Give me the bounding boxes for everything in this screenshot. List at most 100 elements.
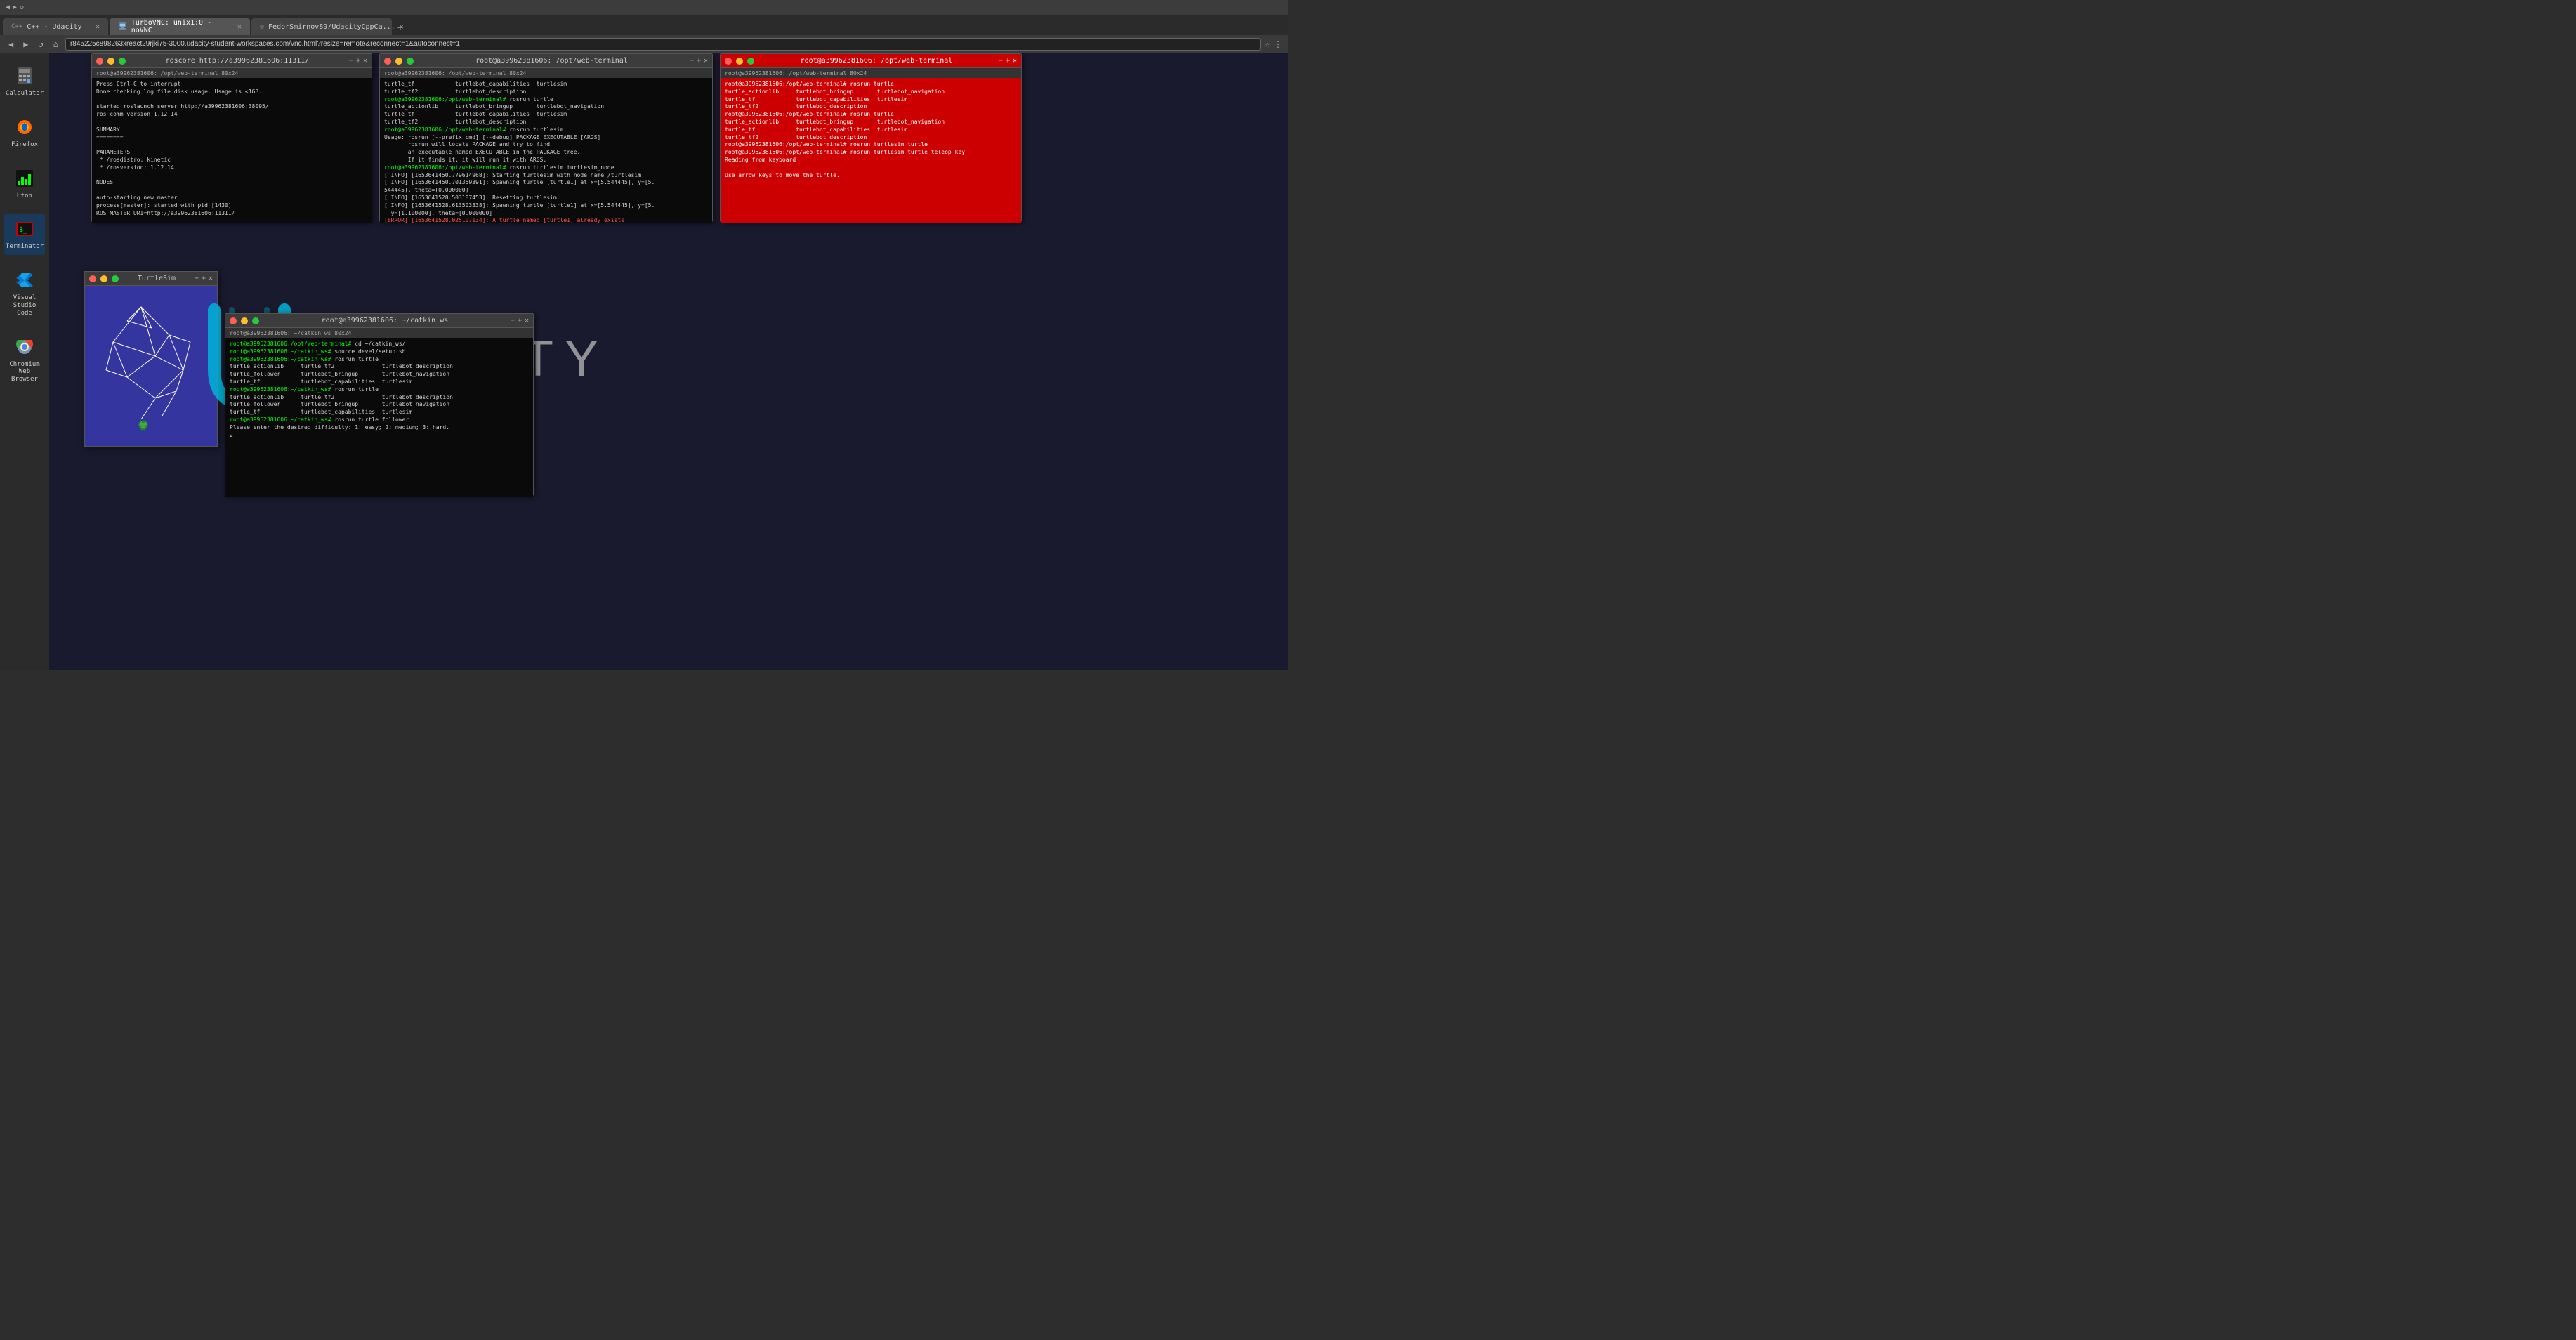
tab-cpp-label: C++ - Udacity: [27, 23, 81, 31]
terminal2-minimize[interactable]: −: [690, 57, 694, 65]
tab-cpp-icon: C++: [11, 23, 22, 30]
terminal-roscore-body[interactable]: Press Ctrl-C to interrupt Done checking …: [92, 78, 372, 223]
terminal-roscore[interactable]: roscore http://a39962381606:11311/ − + ✕…: [91, 53, 372, 222]
browser-back-btn[interactable]: ◀: [6, 4, 10, 11]
terminal-roscore-title: roscore http://a39962381606:11311/: [130, 57, 345, 65]
terminal3-subtitle-text: root@a39962381606: /opt/web-terminal 80x…: [725, 70, 867, 77]
terminal2-subtitle: root@a39962381606: /opt/web-terminal 80x…: [380, 68, 712, 78]
vscode-label: Visual Studio Code: [7, 294, 42, 317]
terminal3-close[interactable]: [725, 58, 732, 65]
turtlesim-min[interactable]: [100, 275, 107, 282]
terminal-roscore-max[interactable]: [119, 58, 126, 65]
terminal-roscore-titlebar: roscore http://a39962381606:11311/ − + ✕: [92, 54, 372, 68]
terminal2-min[interactable]: [395, 58, 402, 65]
htop-label: Htop: [17, 192, 32, 200]
chromium-icon: [13, 336, 36, 358]
turtlesim-maximize[interactable]: +: [202, 275, 206, 282]
addr-home-btn[interactable]: ⌂: [51, 38, 61, 51]
new-tab-btn[interactable]: +: [393, 21, 407, 35]
terminal4-minimize[interactable]: −: [511, 317, 515, 324]
htop-icon: [13, 167, 36, 190]
terminal4-title: root@a39962381606: ~/catkin_ws: [263, 317, 506, 324]
terminal3-min[interactable]: [736, 58, 743, 65]
browser-chrome: ◀ ▶ ↺: [0, 0, 1288, 15]
terminal4-subtitle: root@a39962381606: ~/catkin_ws 80x24: [225, 328, 533, 338]
address-bar: ◀ ▶ ↺ ⌂ ☆ ⋮: [0, 35, 1288, 53]
browser-reload-btn[interactable]: ↺: [20, 4, 24, 11]
chromium-label: Chromium Web Browser: [7, 361, 42, 383]
address-input[interactable]: [65, 38, 1261, 51]
sidebar-item-calculator[interactable]: Calculator: [4, 60, 45, 102]
menu-btn[interactable]: ⋮: [1274, 39, 1282, 49]
browser-forward-btn[interactable]: ▶: [13, 4, 17, 11]
terminal3-body[interactable]: root@a39962381606:/opt/web-terminal# ros…: [721, 78, 1021, 223]
terminal2-body[interactable]: turtle_tf turtlebot_capabilities turtles…: [380, 78, 712, 223]
terminal4-maximize[interactable]: +: [518, 317, 522, 324]
turtle-drawing: [85, 286, 217, 446]
terminal4-close[interactable]: [230, 317, 237, 324]
terminal3-max[interactable]: [747, 58, 754, 65]
tab-cpp[interactable]: C++ C++ - Udacity ✕: [3, 18, 108, 35]
vnc-content: roscore http://a39962381606:11311/ − + ✕…: [49, 53, 1288, 670]
turtlesim-titlebar: TurtleSim − + ✕: [85, 272, 217, 286]
terminal-roscore-minimize[interactable]: −: [349, 57, 353, 65]
terminal-roscore-controls: − + ✕: [349, 57, 367, 65]
sidebar-item-terminator[interactable]: $_ Terminator: [4, 214, 45, 255]
terminal3-maximize[interactable]: +: [1006, 57, 1010, 65]
terminal2-close-x[interactable]: ✕: [704, 57, 708, 65]
bookmark-btn[interactable]: ☆: [1265, 39, 1270, 49]
terminal2-subtitle-text: root@a39962381606: /opt/web-terminal 80x…: [384, 70, 526, 77]
calculator-icon: [13, 65, 36, 87]
sidebar-item-chromium[interactable]: Chromium Web Browser: [4, 331, 45, 388]
terminal-roscore-subtitle: root@a39962381606: /opt/web-terminal 80x…: [92, 68, 372, 78]
terminal4-min[interactable]: [241, 317, 248, 324]
tab-github-icon: ⚙: [260, 23, 264, 31]
addr-back-btn[interactable]: ◀: [6, 38, 16, 51]
terminal-catkin[interactable]: root@a39962381606: ~/catkin_ws − + ✕ roo…: [225, 313, 534, 496]
terminator-icon: $_: [13, 218, 36, 240]
terminal-turtlesim-node[interactable]: root@a39962381606: /opt/web-terminal − +…: [379, 53, 713, 222]
terminator-label: Terminator: [6, 243, 44, 251]
turtlesim-window[interactable]: TurtleSim − + ✕: [84, 271, 218, 447]
turtlesim-body: [85, 286, 217, 446]
terminal4-body[interactable]: root@a39962381606:/opt/web-terminal# cd …: [225, 338, 533, 497]
terminal4-subtitle-text: root@a39962381606: ~/catkin_ws 80x24: [230, 330, 351, 336]
terminal4-max[interactable]: [252, 317, 259, 324]
addr-reload-btn[interactable]: ↺: [35, 38, 46, 51]
turtle-sprite: [139, 421, 147, 431]
terminal-roscore-close-x[interactable]: ✕: [363, 57, 367, 65]
terminal3-controls: − + ✕: [999, 57, 1017, 65]
terminal-teleop[interactable]: root@a39962381606: /opt/web-terminal − +…: [720, 53, 1022, 222]
terminal-roscore-maximize[interactable]: +: [356, 57, 360, 65]
terminal2-controls: − + ✕: [690, 57, 708, 65]
sidebar: Calculator Firefox: [0, 53, 49, 670]
turtlesim-title: TurtleSim: [123, 275, 190, 282]
sidebar-item-firefox[interactable]: Firefox: [4, 112, 45, 153]
terminal-roscore-close[interactable]: [96, 58, 103, 65]
turtlesim-max[interactable]: [112, 275, 119, 282]
turtlesim-close-x[interactable]: ✕: [209, 275, 213, 282]
terminal2-maximize[interactable]: +: [697, 57, 701, 65]
terminal2-close[interactable]: [384, 58, 391, 65]
terminal4-close-x[interactable]: ✕: [525, 317, 529, 324]
addr-forward-btn[interactable]: ▶: [20, 38, 31, 51]
terminal-teleop-titlebar: root@a39962381606: /opt/web-terminal − +…: [721, 54, 1021, 68]
firefox-icon: [13, 116, 36, 138]
turtlesim-close[interactable]: [89, 275, 96, 282]
terminal3-minimize[interactable]: −: [999, 57, 1003, 65]
turtlesim-minimize[interactable]: −: [195, 275, 199, 282]
tab-vnc[interactable]: 🖥 TurboVNC: unix1:0 - noVNC ✕: [110, 18, 250, 35]
tab-cpp-close[interactable]: ✕: [96, 23, 100, 31]
terminal4-controls: − + ✕: [511, 317, 529, 324]
tab-github[interactable]: ⚙ FedorSmirnov89/UdacityCppCa... ✕: [251, 18, 392, 35]
terminal2-max[interactable]: [407, 58, 414, 65]
terminal3-title: root@a39962381606: /opt/web-terminal: [758, 57, 994, 65]
sidebar-item-htop[interactable]: Htop: [4, 163, 45, 204]
sidebar-item-vscode[interactable]: Visual Studio Code: [4, 265, 45, 321]
terminal3-close-x[interactable]: ✕: [1013, 57, 1017, 65]
tab-bar: C++ C++ - Udacity ✕ 🖥 TurboVNC: unix1:0 …: [0, 15, 1288, 35]
tab-vnc-icon: 🖥: [118, 23, 127, 31]
svg-text:$_: $_: [19, 226, 28, 234]
tab-vnc-close[interactable]: ✕: [237, 23, 242, 31]
terminal-roscore-min[interactable]: [107, 58, 114, 65]
